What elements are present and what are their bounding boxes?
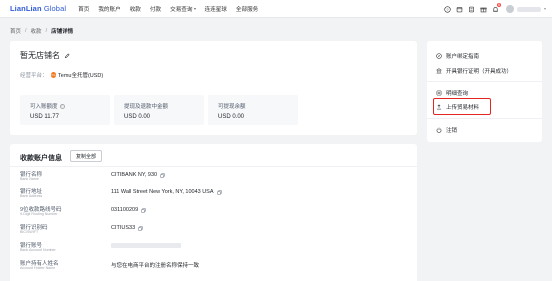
temu-icon: Tm — [50, 72, 57, 78]
balance-available: 可入账额度 i USD 11.77 — [20, 95, 110, 125]
balance-withdrawing: 提现及退款中金额 USD 0.00 — [114, 95, 204, 125]
balance-label: 可入账额度 i — [30, 102, 65, 110]
avatar[interactable] — [506, 5, 514, 13]
field-value-text: 与您在电商平台的注册名称保持一致 — [111, 263, 200, 269]
breadcrumb-current: 店铺详情 — [51, 29, 74, 35]
power-icon — [436, 127, 442, 133]
main-nav: 首页 我的账户 收款 付款 交易查询 连连星球 全部服务 — [78, 5, 267, 13]
info-icon[interactable]: i — [59, 103, 65, 109]
field-label-en: Bank Name — [20, 177, 39, 181]
divider — [10, 166, 417, 167]
side-item-cancel-account[interactable]: 注销 — [436, 126, 457, 134]
account-row-bank-name: 银行名称 Bank Name CITIBANK NY, 930 — [20, 170, 410, 187]
lianlian-logo[interactable]: LianLian Global — [10, 4, 66, 13]
field-value: 111 Wall Street New York, NY, 10043 USA — [111, 189, 222, 195]
nav-pay[interactable]: 付款 — [150, 5, 161, 13]
header-actions: ? 6 — [439, 0, 546, 18]
gift-icon[interactable] — [479, 5, 487, 13]
nav-my-account[interactable]: 我的账户 — [98, 5, 120, 13]
store-name: 暂无店铺名 — [20, 51, 60, 60]
nav-transaction-query-label: 交易查询 — [170, 6, 193, 13]
field-value-text: 111 Wall Street New York, NY, 10043 USA — [111, 189, 214, 195]
redacted-value — [111, 243, 181, 248]
breadcrumb: 首页 / 收款 / 店铺详情 — [10, 27, 73, 35]
user-name-redacted[interactable] — [517, 6, 541, 12]
receiving-account-card: 收款账户信息 复制全部 银行名称 Bank Name CITIBANK NY, … — [10, 144, 417, 281]
breadcrumb-separator: / — [45, 28, 48, 34]
nav-collect[interactable]: 收款 — [130, 5, 141, 13]
top-navbar: LianLian Global 首页 我的账户 收款 付款 交易查询 连连星球 … — [0, 0, 552, 18]
side-item-label: 账户绑定指南 — [446, 54, 480, 60]
nav-all-services[interactable]: 全部服务 — [236, 5, 258, 13]
side-item-binding-guide[interactable]: 账户绑定指南 — [436, 52, 479, 60]
divider — [427, 118, 542, 119]
bell-icon[interactable]: 6 — [491, 3, 501, 13]
field-value-text: 031100209 — [111, 207, 139, 213]
field-value-text: CITIUS33 — [111, 225, 136, 231]
platform-row: 经营平台： Tm Temu全托管(USD) — [20, 71, 103, 79]
breadcrumb-home[interactable]: 首页 — [10, 27, 21, 35]
field-value: 031100209 — [111, 207, 146, 213]
nav-planet[interactable]: 连连星球 — [205, 5, 227, 13]
balance-value: USD 0.00 — [218, 114, 245, 120]
field-label-en: 9-Digit Routing Number — [20, 212, 58, 216]
account-row-account-number: 银行账号 Bank Account Number — [20, 241, 410, 258]
balance-label: 可提现余额 — [218, 104, 246, 110]
calendar-icon[interactable] — [455, 5, 463, 13]
side-action-menu: 账户绑定指南 开具银行证明（开具成功） 明细查询 上传贸易材料 注销 — [427, 41, 542, 142]
store-name-row: 暂无店铺名 — [20, 50, 70, 61]
nav-home[interactable]: 首页 — [78, 5, 89, 13]
highlight-box — [433, 98, 491, 115]
side-item-label: 注销 — [446, 128, 458, 134]
bank-icon — [436, 68, 442, 74]
copy-icon[interactable] — [160, 172, 165, 178]
list-icon — [436, 90, 442, 96]
copy-icon[interactable] — [216, 189, 222, 195]
chevron-down-icon[interactable] — [544, 8, 546, 10]
document-icon[interactable] — [467, 5, 475, 13]
breadcrumb-collect[interactable]: 收款 — [31, 27, 42, 35]
help-icon[interactable]: ? — [443, 5, 451, 13]
notification-badge: 6 — [497, 3, 501, 7]
copy-all-button[interactable]: 复制全部 — [70, 150, 103, 162]
chevron-down-icon — [193, 8, 196, 11]
copy-icon[interactable] — [138, 225, 143, 231]
section-title: 收款账户信息 — [20, 155, 62, 162]
compass-icon — [436, 53, 442, 59]
copy-icon[interactable] — [141, 207, 146, 213]
side-item-label: 明细查询 — [446, 91, 469, 97]
breadcrumb-separator: / — [25, 28, 27, 34]
account-row-bank-address: 银行地址 Bank Address 111 Wall Street New Yo… — [20, 187, 410, 204]
nav-transaction-query[interactable]: 交易查询 — [170, 5, 196, 13]
edit-pencil-icon[interactable] — [64, 53, 70, 59]
field-value: CITIBANK NY, 930 — [111, 172, 165, 178]
balance-label: 提现及退款中金额 — [124, 104, 169, 110]
field-value: CITIUS33 — [111, 225, 143, 231]
platform-value: Temu全托管(USD) — [58, 73, 104, 79]
balance-value: USD 0.00 — [124, 114, 151, 120]
field-label-en: Account Holder Name — [20, 266, 56, 270]
field-label-en: Bank Address — [20, 194, 43, 198]
field-label-en: BIC/SWIFT — [20, 230, 39, 234]
side-item-label: 开具银行证明（开具成功） — [446, 69, 513, 75]
svg-text:?: ? — [446, 7, 448, 11]
account-row-holder-name: 账户持有人姓名 Account Holder Name 与您在电商平台的注册名称… — [20, 259, 410, 276]
balance-withdrawable: 可提现余额 USD 0.00 — [208, 95, 298, 125]
field-value — [111, 243, 181, 248]
field-value: 与您在电商平台的注册名称保持一致 — [111, 261, 199, 269]
balance-value: USD 11.77 — [30, 114, 59, 120]
balance-label-text: 可入账额度 — [30, 104, 58, 110]
divider — [427, 81, 542, 82]
store-summary-card: 暂无店铺名 经营平台： Tm Temu全托管(USD) 可入账额度 i USD … — [10, 41, 417, 135]
field-value-text: CITIBANK NY, 930 — [111, 172, 158, 178]
side-item-detail-query[interactable]: 明细查询 — [436, 89, 468, 97]
account-row-swift: 银行识别码 BIC/SWIFT CITIUS33 — [20, 223, 410, 240]
platform-label: 经营平台： — [20, 73, 48, 79]
logo-text: LianLian — [10, 4, 42, 13]
logo-suffix: Global — [43, 4, 67, 13]
side-item-bank-certificate[interactable]: 开具银行证明（开具成功） — [436, 67, 512, 75]
account-row-routing-number: 9位收款路线号码 9-Digit Routing Number 03110020… — [20, 205, 410, 222]
field-label-en: Bank Account Number — [20, 248, 56, 252]
